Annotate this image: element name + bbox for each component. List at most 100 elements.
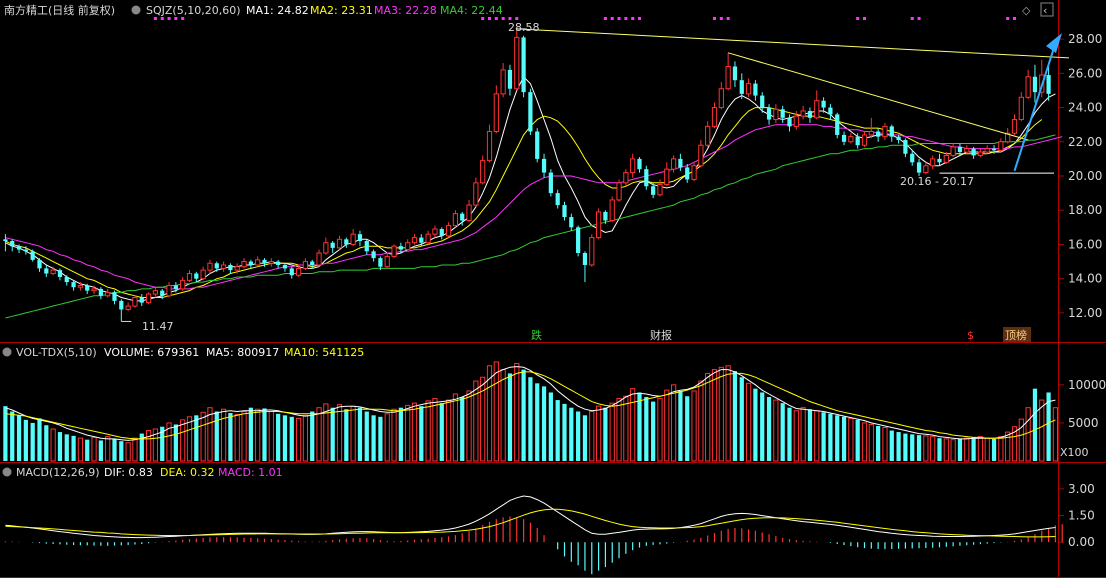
volume-bar [1005,431,1011,462]
volume-ma5-value: MA5: 800917 [206,346,279,359]
volume-bar [943,438,949,462]
candle-body [670,158,677,170]
signal-dot [494,17,498,20]
candle-body [112,292,117,301]
volume-bar [262,408,267,461]
volume-bar [507,373,513,461]
candle-body [609,199,615,221]
volume-bar [637,392,642,461]
volume-bar [466,390,472,462]
volume-bar [50,428,56,462]
event-drop-label[interactable]: 跌 [531,328,542,342]
candle-body [384,255,390,268]
macd-indicator-name[interactable]: MACD(12,26,9) [16,466,100,479]
candle-body [868,131,874,136]
volume-bar [793,410,799,462]
event-list-label[interactable]: 顶榜 [1005,328,1027,342]
signal-dot [617,17,621,20]
candle-body [528,92,533,132]
candle-body [889,126,894,137]
candle-body [119,300,124,310]
candle-body [10,241,15,247]
stock-chart-window[interactable]: 28.00 26.00 24.00 22.00 20.00 18.00 16.00 14.00… [0,0,1106,578]
volume-bar [125,442,131,462]
candle-body [466,204,472,221]
candle-body [766,107,772,120]
volume-bar [77,437,84,462]
candle-body [16,246,22,250]
volume-bar [316,407,322,462]
volume-bar [23,419,28,461]
candle-body [1032,76,1038,93]
candle-body [282,264,288,269]
price-tick-label: 12.00 [1068,306,1102,320]
volume-bar [760,392,765,461]
candle-body [493,93,499,133]
macd-tick-label: 1.50 [1068,509,1095,523]
candle-body [139,297,144,303]
candle-body [364,241,369,252]
volume-bar [698,380,704,462]
volume-bar [194,415,199,461]
event-report-label[interactable]: 财报 [650,328,672,342]
frame [0,0,1106,578]
chevron-left-icon[interactable]: ‹ [1043,4,1047,17]
candle-body [535,131,540,159]
signal-dot [863,17,866,20]
event-s-label[interactable]: $ [967,329,974,342]
volume-tick-label: 5000 [1068,416,1099,430]
collapse-diamond-icon[interactable]: ◇ [1022,4,1031,17]
trendline-upper [516,28,1070,59]
volume-bar [37,418,42,461]
volume-bar [364,411,369,461]
signal-dot [181,17,185,20]
volume-bar [868,423,874,462]
candle-body [841,134,847,142]
signal-dot [713,17,716,20]
price-tick-label: 22.00 [1068,135,1102,149]
candle-body [848,136,854,143]
volume-bar [268,411,274,462]
candle-body [787,117,792,127]
candle-body [276,261,281,265]
candle-body [589,237,595,266]
candle-body [732,66,738,81]
settings-gear-icon[interactable] [131,5,141,15]
trendline-descending [727,52,1029,141]
candle-body [23,249,28,252]
price-axis: 28.00 26.00 24.00 22.00 20.00 18.00 16.00 14.00… [1058,32,1102,320]
volume-bar [998,436,1004,462]
candle-body [644,169,649,187]
chart-canvas[interactable]: 28.00 26.00 24.00 22.00 20.00 18.00 16.00 14.00… [0,0,1106,578]
volume-bar [562,403,567,461]
volume-bar [725,365,731,462]
candle-body [678,158,683,168]
candle-body [350,233,356,245]
candle-body [295,267,302,276]
volume-bar [670,384,677,462]
volume-bar [112,438,117,461]
volume-bar [357,407,363,461]
candle-body [220,264,227,269]
volume-bar [30,422,35,461]
candle-body [57,270,63,277]
volume-bar [302,414,309,462]
candle-body [1046,75,1051,94]
volume-gear-icon[interactable] [2,347,12,357]
signal-dot [631,17,635,20]
candle-body [1025,76,1031,98]
volume-bar [739,377,744,461]
volume-bar [609,402,615,462]
macd-gear-icon[interactable] [2,467,12,477]
volume-bar [180,419,186,462]
volume-indicator-name[interactable]: VOL-TDX(5,10) [16,346,97,359]
indicator-name[interactable]: SQJZ(5,10,20,60) [146,4,240,17]
candle-body [166,285,172,297]
candle-body [357,234,363,242]
volume-bar [350,405,356,462]
volume-bar [419,406,424,461]
signal-dot [1013,17,1016,20]
candle-body [3,239,8,242]
signal-dot [153,17,157,20]
volume-bar [371,415,376,461]
